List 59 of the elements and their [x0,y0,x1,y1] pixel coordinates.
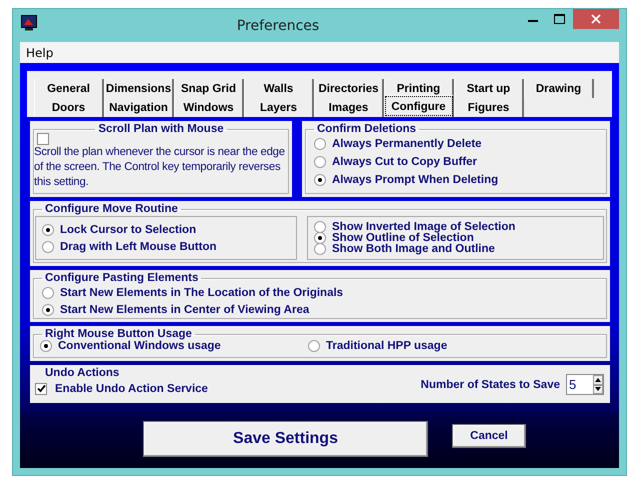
radio-label: Always Prompt When Deleting [332,174,498,186]
tab[interactable]: Doors [34,98,104,117]
group-title: Right Mouse Button Usage [44,328,193,340]
tab[interactable]: Configure [384,95,454,117]
group-title: Configure Pasting Elements [44,272,200,284]
maximize-icon [554,14,565,24]
radio-button[interactable] [314,174,326,186]
group-title: Undo Actions [44,367,120,379]
radio-button[interactable] [314,243,326,255]
radio-button[interactable] [308,340,320,352]
tab[interactable]: Dimensions [104,79,174,98]
radio-label: Conventional Windows usage [58,340,221,352]
radio-label: Lock Cursor to Selection [60,224,196,236]
tab[interactable]: General [34,79,104,98]
radio-button[interactable] [314,221,326,233]
radio-button[interactable] [42,224,54,236]
group-title: Scroll Plan with Mouse [97,123,225,135]
menu-item[interactable]: Help [20,46,60,60]
tab[interactable]: Windows [174,98,244,117]
radio-button[interactable] [314,138,326,150]
radio-button[interactable] [42,286,54,298]
cancel-button[interactable]: Cancel [452,424,526,448]
tab[interactable]: Snap Grid [174,79,244,98]
field-label: Number of States to Save [420,378,560,390]
radio-button[interactable] [314,232,326,244]
tab[interactable]: Navigation [104,98,174,117]
group-title: Confirm Deletions [316,123,418,135]
save-button[interactable]: Save Settings [143,420,428,456]
tab[interactable]: Drawing [524,79,594,98]
tab[interactable]: Images [314,98,384,117]
radio-label: Show Inverted Image of Selection [332,221,516,233]
spin-box[interactable]: 5 [566,374,604,395]
radio-button[interactable] [42,304,54,316]
checkbox-label: Enable Undo Action Service [55,382,208,394]
close-button[interactable] [573,9,619,29]
checkbox[interactable] [37,133,49,145]
description-text: Scroll the plan whenever the cursor is near the edge of the screen. The Control key temporarily reverses this setting. [34,145,286,190]
tab[interactable]: Directories [314,79,384,98]
radio-label: Always Permanently Delete [332,138,482,150]
spin-up-button[interactable] [593,375,603,384]
tab[interactable]: Figures [454,98,524,117]
radio-button[interactable] [314,156,326,168]
tab[interactable]: Start up [454,79,524,98]
radio-label: Drag with Left Mouse Button [60,240,217,252]
radio-label: Start New Elements in Center of Viewing Area [60,304,310,316]
radio-label: Show Both Image and Outline [332,243,495,255]
radio-label: Start New Elements in The Location of the Originals [60,286,344,298]
group-title: Configure Move Routine [44,203,179,215]
number-field[interactable]: 5 [567,375,593,394]
close-icon [591,14,601,24]
tab[interactable]: Layers [244,98,314,117]
radio-label: Traditional HPP usage [326,340,448,352]
radio-button[interactable] [42,240,54,252]
tab[interactable]: Walls [244,79,314,98]
radio-label: Show Outline of Selection [332,232,474,244]
radio-label: Always Cut to Copy Buffer [332,156,478,168]
checkbox[interactable] [35,382,47,394]
window-title: Preferences [236,18,320,34]
radio-button[interactable] [40,340,52,352]
